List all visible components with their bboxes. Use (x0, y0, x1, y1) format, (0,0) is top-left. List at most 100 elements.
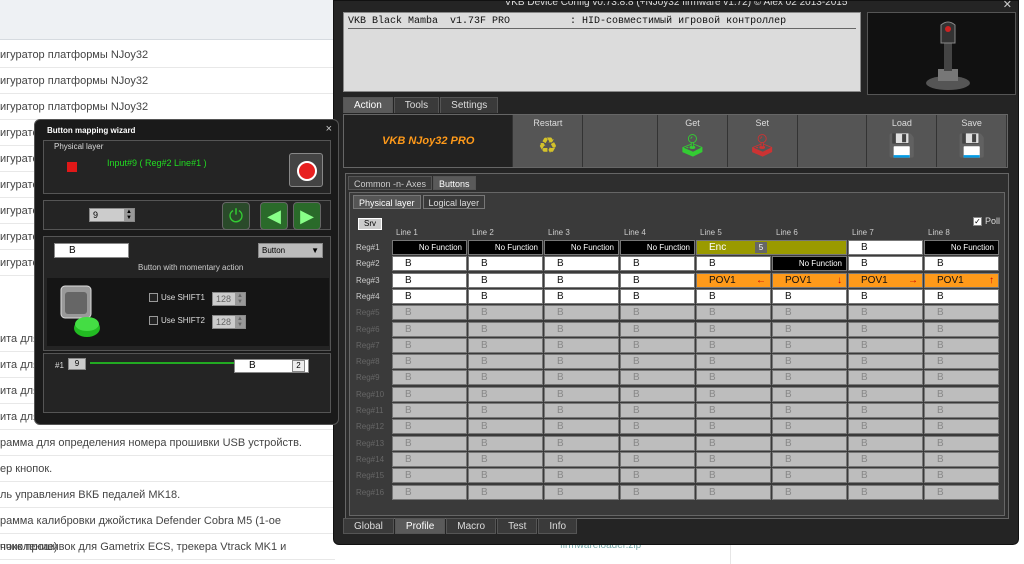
mapping-slider[interactable] (90, 362, 240, 364)
button-cell[interactable]: B (468, 305, 543, 321)
button-cell[interactable]: B (392, 337, 467, 353)
spinner-arrows-icon[interactable]: ▲ ▼ (235, 316, 245, 328)
button-cell[interactable]: B (468, 354, 543, 370)
button-cell[interactable]: B (468, 435, 543, 451)
subtab-0[interactable]: Common -n- Axes (348, 176, 433, 190)
toolbar-button-set[interactable]: Set 🕹 (727, 115, 798, 167)
button-cell[interactable]: B (544, 484, 619, 500)
button-cell[interactable]: B (544, 305, 619, 321)
button-cell[interactable]: B (392, 288, 467, 304)
record-button[interactable] (289, 153, 323, 187)
input-spinner[interactable]: 9 ▲ ▼ (89, 208, 135, 222)
close-icon[interactable]: × (326, 123, 332, 135)
button-cell[interactable]: B (772, 435, 847, 451)
button-cell[interactable]: B (772, 484, 847, 500)
button-cell[interactable]: B (924, 337, 999, 353)
prev-button[interactable]: ◀ (260, 202, 288, 230)
button-cell[interactable]: No Function (468, 240, 543, 255)
button-cell[interactable]: B (620, 419, 695, 435)
button-cell[interactable]: B (696, 321, 771, 337)
power-button[interactable]: ⏻ (222, 202, 250, 230)
button-cell[interactable]: B (924, 305, 999, 321)
button-cell[interactable]: B (620, 468, 695, 484)
button-cell[interactable]: No Function (924, 240, 999, 255)
background-link-line[interactable]: рамма калибровки джойстика Defender Cobr… (0, 508, 335, 553)
button-cell[interactable]: B (468, 386, 543, 402)
button-cell[interactable]: B (848, 435, 923, 451)
bottom-tab-test[interactable]: Test (497, 518, 538, 534)
button-cell[interactable]: B (696, 468, 771, 484)
background-link-line[interactable]: игуратор платформы NJoy32 (0, 42, 335, 68)
button-cell[interactable]: B (924, 435, 999, 451)
shift1-spinner[interactable]: 128 ▲ ▼ (212, 292, 246, 306)
button-cell[interactable]: B (696, 305, 771, 321)
button-code-field[interactable]: B (54, 243, 129, 258)
background-link-line[interactable]: игуратор платформы NJoy32 (0, 68, 335, 94)
toolbar-button-save[interactable]: Save 💾 (937, 115, 1008, 167)
button-cell[interactable]: B (544, 468, 619, 484)
button-cell[interactable]: B (620, 386, 695, 402)
button-cell[interactable]: B (924, 370, 999, 386)
button-cell[interactable]: B (468, 419, 543, 435)
button-cell[interactable]: B (848, 305, 923, 321)
button-cell[interactable]: B (544, 419, 619, 435)
tab-action[interactable]: Action (343, 97, 393, 113)
button-cell[interactable]: B (772, 370, 847, 386)
button-cell[interactable]: B (924, 468, 999, 484)
button-cell[interactable]: B (772, 468, 847, 484)
button-cell[interactable]: B (924, 354, 999, 370)
button-cell[interactable]: B (696, 451, 771, 467)
button-cell[interactable]: B (468, 337, 543, 353)
button-cell[interactable]: B (696, 288, 771, 304)
button-cell[interactable]: B (848, 403, 923, 418)
button-cell[interactable]: B (848, 419, 923, 435)
button-cell[interactable]: B (620, 337, 695, 353)
button-cell[interactable]: B (392, 321, 467, 337)
button-cell[interactable]: B (696, 337, 771, 353)
button-cell[interactable]: B (924, 451, 999, 467)
button-cell[interactable]: B (848, 468, 923, 484)
button-type-select[interactable]: Button ▼ (258, 243, 323, 258)
bottom-tab-info[interactable]: Info (538, 518, 578, 534)
button-cell[interactable]: B (392, 305, 467, 321)
button-cell[interactable]: B (468, 288, 543, 304)
button-cell[interactable]: B (392, 484, 467, 500)
button-cell[interactable]: B (620, 484, 695, 500)
button-cell[interactable]: B (924, 256, 999, 272)
button-cell[interactable]: B (696, 354, 771, 370)
layer-tab-0[interactable]: Physical layer (353, 195, 421, 209)
button-cell[interactable]: B (696, 256, 771, 272)
button-cell[interactable]: B (620, 256, 695, 272)
button-cell[interactable]: B (772, 386, 847, 402)
spinner-arrows-icon[interactable]: ▲ ▼ (235, 293, 245, 305)
background-link-line[interactable]: ль управления ВКБ педалей MK18. (0, 482, 335, 508)
button-cell[interactable]: B (392, 386, 467, 402)
button-cell[interactable]: B (468, 484, 543, 500)
button-cell[interactable]: B (620, 272, 695, 288)
background-link-line[interactable]: рамма для определения номера прошивки US… (0, 430, 335, 456)
button-cell[interactable]: B (848, 337, 923, 353)
button-cell[interactable]: B (924, 288, 999, 304)
button-cell[interactable]: B (848, 370, 923, 386)
toolbar-button-load[interactable]: Load 💾 (867, 115, 938, 167)
button-cell[interactable]: B (544, 386, 619, 402)
button-cell[interactable]: B (924, 403, 999, 418)
button-cell[interactable]: B (848, 256, 923, 272)
button-cell[interactable]: B (848, 484, 923, 500)
button-cell[interactable]: B (544, 403, 619, 418)
button-cell[interactable]: No Function (392, 240, 467, 255)
button-cell[interactable]: B (696, 386, 771, 402)
button-cell[interactable]: B (392, 256, 467, 272)
button-cell[interactable]: B (848, 451, 923, 467)
button-cell[interactable]: B (772, 337, 847, 353)
button-cell[interactable]: B (772, 321, 847, 337)
button-cell[interactable]: B (924, 419, 999, 435)
button-cell[interactable]: B (392, 451, 467, 467)
button-cell[interactable]: No Function (620, 240, 695, 255)
button-cell[interactable]: B (544, 435, 619, 451)
button-cell[interactable]: B (772, 354, 847, 370)
button-cell[interactable]: POV1 ← (696, 272, 771, 288)
button-cell[interactable]: B (392, 354, 467, 370)
button-cell[interactable]: POV1 → (848, 272, 923, 288)
button-cell[interactable]: B (544, 321, 619, 337)
